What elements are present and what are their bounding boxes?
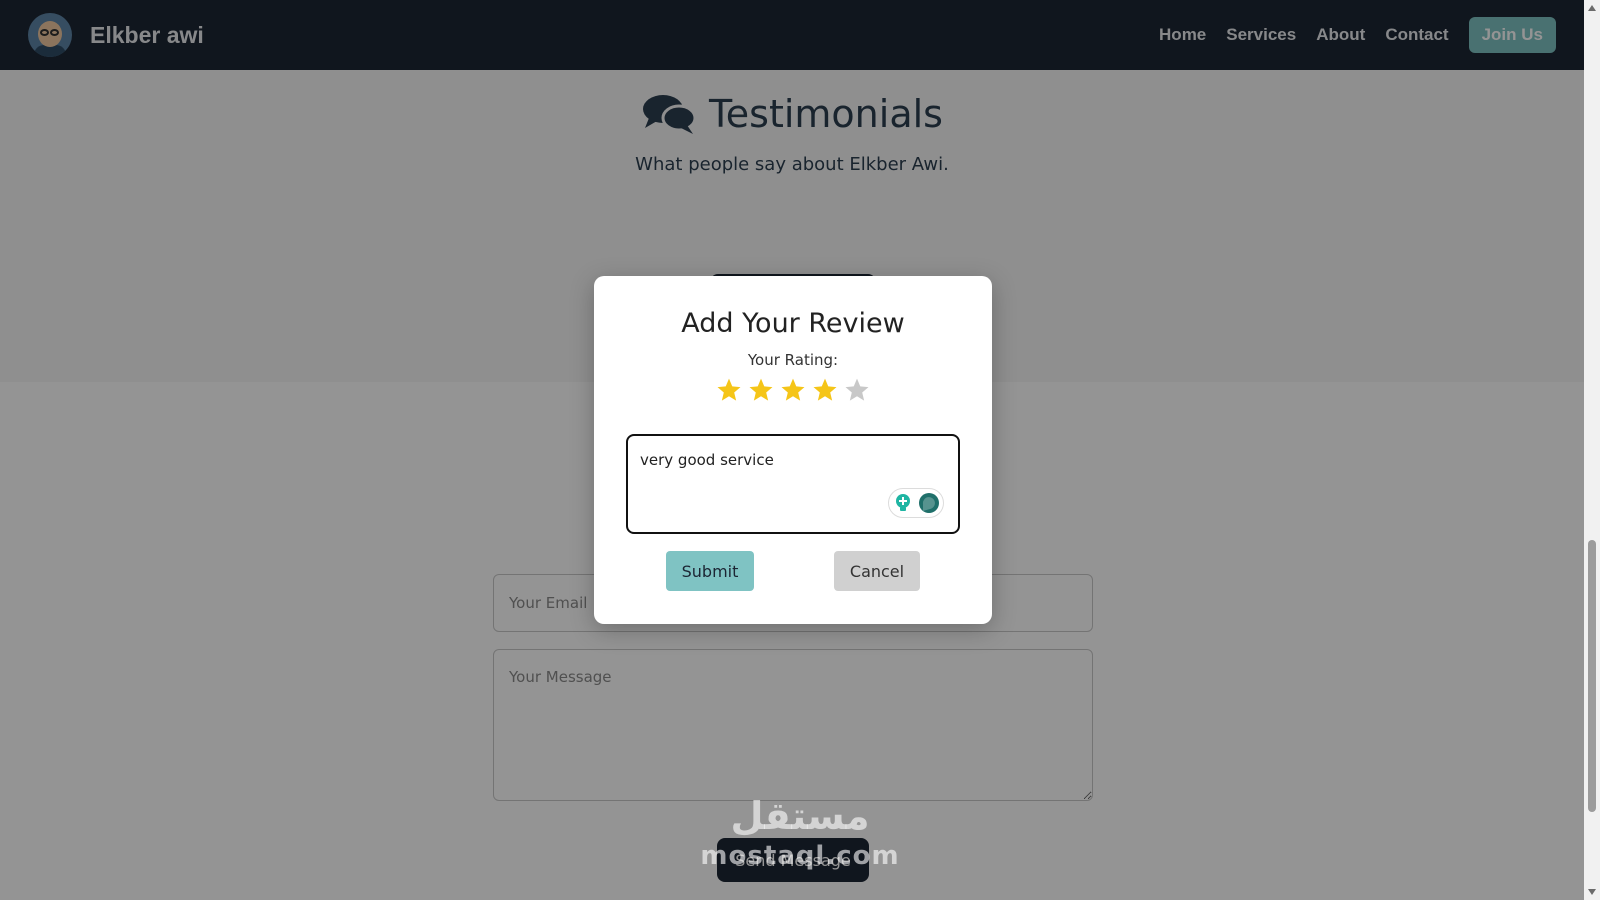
writing-assistant-widget[interactable]: [888, 488, 944, 518]
star-filled-icon[interactable]: [748, 377, 774, 403]
scroll-down-arrow-icon[interactable]: [1588, 889, 1596, 895]
scroll-up-arrow-icon[interactable]: [1588, 5, 1596, 11]
modal-title: Add Your Review: [681, 308, 905, 339]
star-rating: [594, 377, 992, 403]
watermark-latin: mostaql.com: [700, 841, 900, 871]
chat-bubble-icon[interactable]: [918, 492, 940, 514]
cancel-button[interactable]: Cancel: [834, 551, 920, 591]
watermark: مستقل mostaql.com: [700, 792, 900, 882]
rating-label: Your Rating:: [747, 351, 839, 369]
review-input-wrapper: very good service: [626, 434, 960, 534]
star-filled-icon[interactable]: [780, 377, 806, 403]
lightbulb-icon[interactable]: [892, 492, 914, 514]
star-filled-icon[interactable]: [716, 377, 742, 403]
review-modal: Add Your Review Your Rating: very good s…: [594, 276, 992, 624]
review-textarea[interactable]: very good service: [626, 434, 960, 534]
scrollbar-thumb[interactable]: [1588, 540, 1596, 812]
watermark-arabic: مستقل: [730, 794, 870, 838]
star-empty-icon[interactable]: [844, 377, 870, 403]
star-filled-icon[interactable]: [812, 377, 838, 403]
page-scrollbar[interactable]: [1584, 0, 1600, 900]
modal-actions: Submit Cancel: [594, 551, 992, 593]
submit-button[interactable]: Submit: [666, 551, 754, 591]
